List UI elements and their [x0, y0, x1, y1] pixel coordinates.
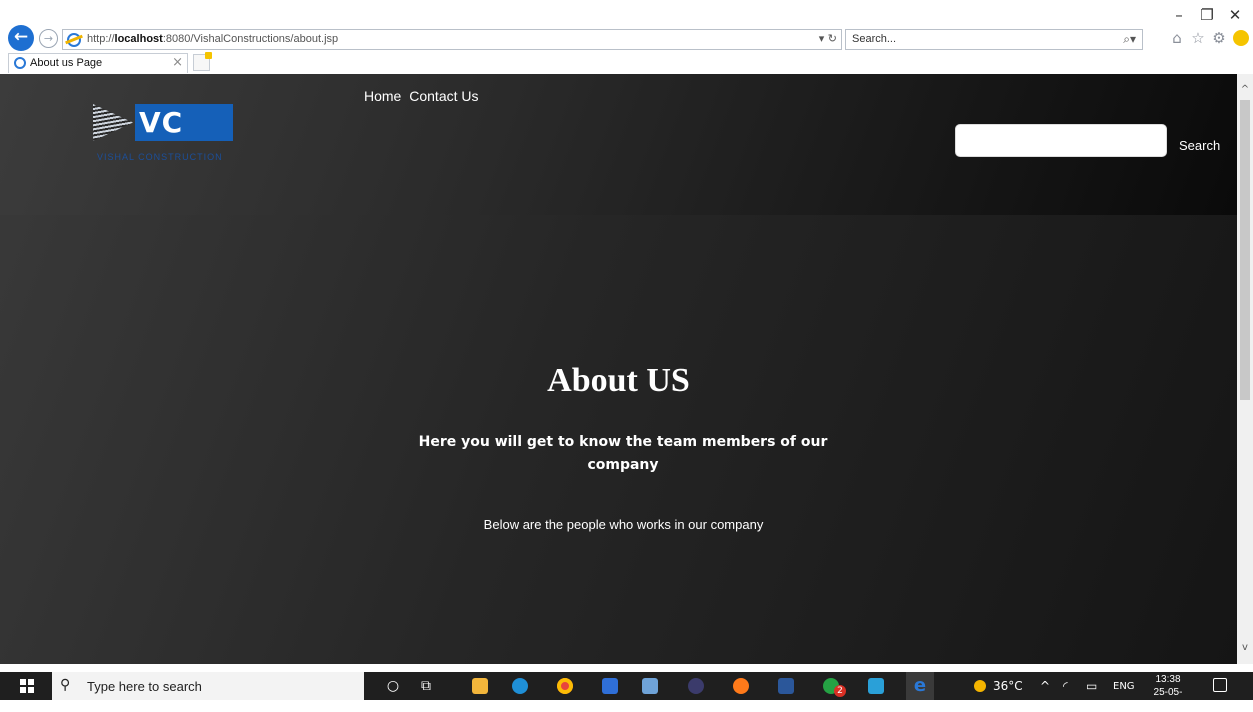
notification-badge: 2	[834, 685, 846, 697]
logo-text: VC	[139, 106, 184, 139]
browser-search-placeholder: Search...	[852, 33, 897, 45]
browser-search-box[interactable]: Search... ⌕▾	[845, 29, 1143, 50]
chrome-icon[interactable]	[557, 678, 573, 694]
action-center-icon[interactable]	[1213, 678, 1227, 692]
scroll-up-icon[interactable]: ^	[1237, 82, 1253, 98]
tray-overflow-icon[interactable]: ^	[1040, 679, 1050, 693]
keyboard-icon[interactable]: ▭	[1086, 679, 1097, 693]
back-button[interactable]: ←	[8, 25, 34, 51]
logo-subtext: VISHAL CONSTRUCTION	[97, 152, 223, 160]
ie-page-icon	[67, 33, 81, 47]
feedback-smiley-icon[interactable]	[1233, 30, 1249, 46]
site-search-input[interactable]	[955, 124, 1167, 157]
taskbar-search-placeholder: Type here to search	[87, 679, 202, 694]
tab-title: About us Page	[30, 57, 103, 69]
internet-explorer-icon[interactable]: e	[906, 672, 934, 700]
store-icon[interactable]	[602, 678, 618, 694]
forward-button[interactable]: →	[39, 29, 58, 48]
refresh-icon[interactable]: ▾ ↻	[819, 32, 837, 45]
task-view-icon[interactable]: ⧉	[416, 676, 436, 696]
browser-chrome: – ❐ ✕ ← → http://localhost:8080/VishalCo…	[0, 0, 1253, 74]
clock-date: 25-05-2022	[1153, 687, 1183, 711]
search-icon[interactable]: ⌕▾	[1123, 32, 1136, 47]
windows-start-icon[interactable]	[20, 679, 34, 693]
browser-tab[interactable]: About us Page ×	[8, 53, 188, 73]
camera-icon[interactable]	[642, 678, 658, 694]
address-url: http://localhost:8080/VishalConstruction…	[87, 33, 339, 45]
about-sub-text: Below are the people who works in our co…	[483, 517, 764, 532]
page-scrollbar[interactable]: ^ v	[1237, 74, 1253, 664]
network-icon[interactable]: ◜	[1063, 679, 1068, 693]
scroll-down-icon[interactable]: v	[1237, 640, 1253, 656]
edge-icon[interactable]	[512, 678, 528, 694]
word-icon[interactable]	[778, 678, 794, 694]
firefox-icon[interactable]	[733, 678, 749, 694]
clock-time: 13:38	[1155, 674, 1181, 685]
address-bar[interactable]: http://localhost:8080/VishalConstruction…	[62, 29, 842, 50]
tab-close-icon[interactable]: ×	[172, 55, 183, 70]
company-logo[interactable]: VC VISHAL CONSTRUCTION	[93, 104, 285, 174]
system-clock[interactable]: 13:38 25-05-2022	[1144, 673, 1192, 712]
about-lead-text: Here you will get to know the team membe…	[418, 434, 828, 473]
nav-home-link[interactable]: Home	[364, 88, 401, 104]
site-search-button[interactable]: Search	[1179, 138, 1220, 153]
close-window-button[interactable]: ✕	[1224, 4, 1246, 26]
file-explorer-icon[interactable]	[472, 678, 488, 694]
top-nav: Home Contact Us	[364, 88, 483, 104]
temperature[interactable]: 36°C	[993, 679, 1023, 693]
ie-tab-icon	[14, 57, 26, 69]
page-content: VC VISHAL CONSTRUCTION Home Contact Us S…	[0, 74, 1237, 664]
eclipse-icon[interactable]	[688, 678, 704, 694]
windows-taskbar: ⚲ Type here to search ○ ⧉ 2 e 36°C ^ ◜ ▭…	[0, 672, 1253, 711]
home-icon[interactable]: ⌂	[1167, 28, 1187, 48]
minimize-button[interactable]: –	[1168, 4, 1190, 26]
new-tab-button[interactable]	[193, 52, 212, 71]
scroll-thumb[interactable]	[1240, 100, 1250, 400]
taskbar-search-box[interactable]: ⚲ Type here to search	[52, 672, 364, 700]
restore-button[interactable]: ❐	[1196, 4, 1218, 26]
cortana-icon[interactable]: ○	[383, 676, 403, 696]
settings-gear-icon[interactable]: ⚙	[1209, 28, 1229, 48]
about-title: About US	[547, 362, 690, 399]
weather-sun-icon[interactable]	[974, 680, 986, 692]
app-cube-icon[interactable]	[868, 678, 884, 694]
site-header: VC VISHAL CONSTRUCTION Home Contact Us S…	[0, 74, 1237, 215]
favorites-star-icon[interactable]: ☆	[1188, 28, 1208, 48]
language-indicator[interactable]: ENG	[1113, 681, 1135, 692]
search-icon: ⚲	[60, 677, 71, 693]
logo-arrow-icon	[93, 104, 133, 141]
nav-contact-link[interactable]: Contact Us	[409, 88, 478, 104]
